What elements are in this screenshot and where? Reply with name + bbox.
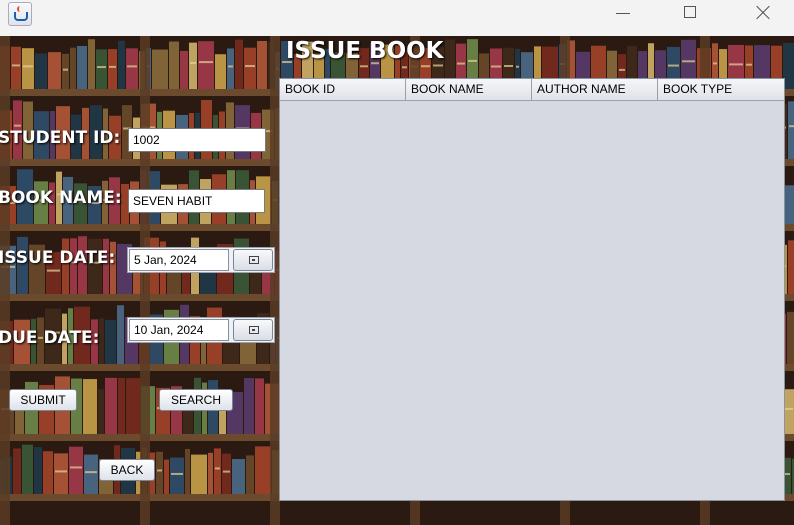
column-header-author-name[interactable]: AUTHOR NAME (532, 79, 658, 100)
java-coffee-cup-icon[interactable] (8, 2, 32, 26)
student-id-field[interactable] (128, 128, 266, 152)
column-header-book-type[interactable]: BOOK TYPE (658, 79, 784, 100)
due-date-label: DUE DATE: (0, 328, 100, 348)
column-header-book-id[interactable]: BOOK ID (280, 79, 406, 100)
main-panel: ISSUE BOOK STUDENT ID: BOOK NAME: ISSUE … (0, 36, 794, 525)
maximize-icon[interactable] (668, 0, 714, 32)
calendar-icon (249, 326, 259, 334)
issued-books-table[interactable]: BOOK ID BOOK NAME AUTHOR NAME BOOK TYPE (279, 78, 785, 501)
search-button[interactable]: SEARCH (159, 389, 233, 411)
table-header: BOOK ID BOOK NAME AUTHOR NAME BOOK TYPE (280, 79, 784, 101)
back-button[interactable]: BACK (99, 459, 155, 481)
due-date-field[interactable]: 10 Jan, 2024 (129, 319, 229, 341)
column-header-book-name[interactable]: BOOK NAME (406, 79, 532, 100)
issue-date-picker: 5 Jan, 2024 (127, 247, 275, 273)
issue-date-label: ISSUE DATE: (0, 248, 116, 268)
calendar-icon (249, 256, 259, 264)
issue-date-field[interactable]: 5 Jan, 2024 (129, 249, 229, 271)
minimize-icon[interactable] (600, 0, 646, 32)
page-title: ISSUE BOOK (286, 38, 444, 64)
submit-button[interactable]: SUBMIT (9, 389, 77, 411)
window-titlebar (0, 0, 794, 36)
issue-date-calendar-button[interactable] (233, 249, 273, 271)
student-id-label: STUDENT ID: (0, 128, 121, 148)
due-date-calendar-button[interactable] (233, 319, 273, 341)
due-date-picker: 10 Jan, 2024 (127, 317, 275, 343)
book-name-label: BOOK NAME: (0, 188, 122, 208)
close-icon[interactable] (740, 0, 786, 32)
book-name-field[interactable] (128, 189, 265, 213)
